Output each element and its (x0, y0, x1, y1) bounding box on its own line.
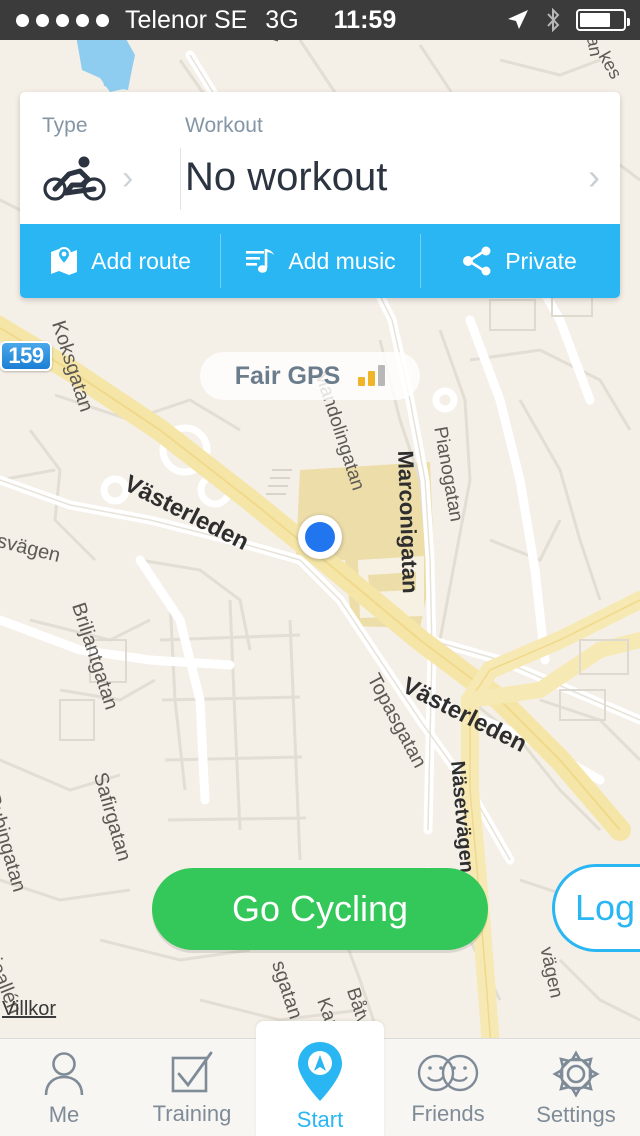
workout-setup-card: Type Workout › No workout › Add route Ad… (20, 92, 620, 298)
carrier-label: Telenor SE (125, 5, 248, 34)
add-route-button[interactable]: Add route (20, 224, 220, 298)
battery-icon (576, 9, 630, 31)
tab-friends[interactable]: Friends (384, 1039, 512, 1136)
gear-icon (552, 1049, 600, 1098)
workout-card-actions: Add route Add music Private (20, 224, 620, 298)
signal-strength-dots (16, 13, 109, 27)
add-music-button[interactable]: Add music (220, 224, 420, 298)
cycling-icon (43, 156, 106, 201)
smileys-icon (417, 1054, 479, 1091)
type-label: Type (42, 114, 88, 137)
current-location-dot (298, 515, 342, 559)
location-dot-inner (305, 522, 335, 552)
tab-friends-label: Friends (411, 1100, 485, 1126)
person-icon (44, 1051, 84, 1095)
tab-start[interactable]: Start (256, 1021, 384, 1136)
status-bar: Telenor SE 3G 11:59 (0, 0, 640, 40)
share-icon (463, 246, 491, 276)
tab-settings-label: Settings (536, 1101, 616, 1127)
bottom-tab-bar: Me Training Start Friends Settings (0, 1021, 640, 1136)
status-bar-icons (506, 7, 630, 33)
workout-label: Workout (185, 114, 263, 137)
network-type-label: 3G (265, 5, 299, 34)
privacy-button[interactable]: Private (420, 224, 620, 298)
highway-shield-159: 159 (0, 341, 52, 371)
go-cycling-button[interactable]: Go Cycling (152, 868, 488, 950)
music-note-icon (246, 249, 275, 273)
clock-label: 11:59 (333, 5, 397, 34)
battery-fill (580, 13, 611, 27)
map-pin-icon (51, 246, 78, 275)
tab-settings[interactable]: Settings (512, 1039, 640, 1136)
tab-training-label: Training (152, 1100, 232, 1126)
workout-selector[interactable]: No workout › (185, 144, 600, 210)
add-route-label: Add route (91, 247, 191, 274)
gps-status-label: Fair GPS (234, 361, 341, 390)
add-music-label: Add music (288, 247, 396, 274)
activity-type-selector[interactable]: › (42, 147, 164, 209)
tab-me-label: Me (48, 1101, 80, 1127)
tab-me[interactable]: Me (0, 1039, 128, 1136)
gps-status-pill: Fair GPS (200, 352, 420, 400)
chevron-right-icon: › (122, 159, 134, 197)
workout-value: No workout (185, 154, 388, 199)
tab-training[interactable]: Training (128, 1039, 256, 1136)
checkbox-icon (171, 1051, 213, 1092)
map-pin-icon (298, 1041, 342, 1101)
workout-card-top: Type Workout › No workout › (20, 92, 620, 224)
chevron-right-icon: › (588, 156, 600, 197)
privacy-label: Private (505, 247, 577, 274)
map-attribution-link[interactable]: Villkor (2, 998, 56, 1021)
bluetooth-icon (547, 7, 560, 33)
gps-signal-bars (358, 365, 386, 386)
tab-start-label: Start (296, 1106, 344, 1132)
location-arrow-icon (508, 10, 528, 29)
card-divider (180, 148, 181, 210)
log-workout-button[interactable]: Log (552, 864, 640, 952)
